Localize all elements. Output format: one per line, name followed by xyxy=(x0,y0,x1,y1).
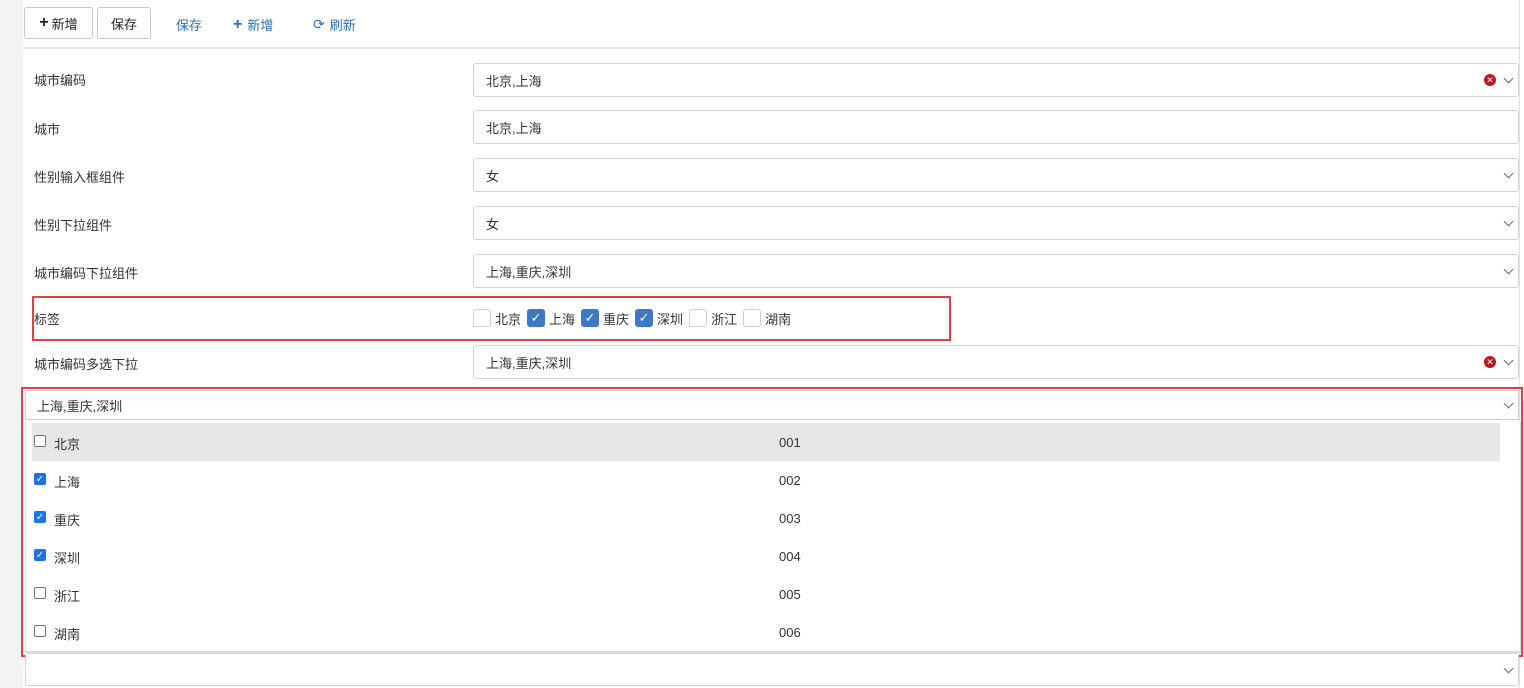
city-code-value: 北京,上海 xyxy=(486,73,542,89)
option-label: 上海 xyxy=(54,475,81,490)
chevron-down-icon xyxy=(1503,264,1514,275)
option-code: 006 xyxy=(779,625,801,640)
chevron-down-icon xyxy=(1503,73,1514,84)
gender-input-label: 性别输入框组件 xyxy=(34,170,126,185)
option-code: 003 xyxy=(779,511,801,526)
chevron-down-icon xyxy=(1503,168,1514,179)
chevron-down-icon xyxy=(1503,216,1514,227)
tag-checkbox[interactable]: ✓ xyxy=(527,309,546,327)
multi-select[interactable]: 上海,重庆,深圳 ✕ xyxy=(473,345,1519,379)
chevron-down-icon xyxy=(1503,398,1514,409)
dropdown-option[interactable]: ✓ 深圳 004 xyxy=(32,537,1500,575)
save-link[interactable]: 保存 xyxy=(176,15,202,34)
gender-select[interactable]: 女 xyxy=(473,206,1519,240)
dropdown-option[interactable]: ✓ 上海 002 xyxy=(32,461,1500,499)
tag-checkbox[interactable] xyxy=(473,309,491,327)
gender-input-select[interactable]: 女 xyxy=(473,158,1519,192)
dropdown-option[interactable]: 北京 001 xyxy=(32,423,1500,461)
city-code-select-label: 城市编码下拉组件 xyxy=(34,266,139,281)
tag-checkbox[interactable] xyxy=(689,309,708,327)
clear-icon[interactable]: ✕ xyxy=(1484,356,1496,368)
tag-label: 深圳 xyxy=(657,311,684,327)
tag-label: 北京 xyxy=(495,311,522,327)
refresh-icon: ⟳ xyxy=(313,16,325,32)
save-button-label: 保存 xyxy=(110,16,137,32)
city-label: 城市 xyxy=(34,122,61,137)
save-link-label: 保存 xyxy=(176,18,203,33)
tag-label: 重庆 xyxy=(603,311,630,327)
multi-select-value: 上海,重庆,深圳 xyxy=(486,355,572,371)
dropdown-option[interactable]: ✓ 重庆 003 xyxy=(32,499,1500,537)
option-checkbox[interactable]: ✓ xyxy=(34,549,46,561)
plus-icon: + xyxy=(39,14,49,31)
tags-label: 标签 xyxy=(34,312,61,327)
dropdown-value: 上海,重庆,深圳 xyxy=(37,398,123,414)
chevron-down-icon xyxy=(1503,663,1514,673)
tags-group: 北京 ✓ 上海 ✓ 重庆 ✓ 深圳 浙江 湖南 xyxy=(473,307,797,329)
option-label: 北京 xyxy=(54,437,81,452)
city-code-label: 城市编码 xyxy=(34,73,87,88)
option-checkbox[interactable] xyxy=(34,587,46,599)
gender-select-value: 女 xyxy=(486,216,500,232)
save-button[interactable]: 保存 xyxy=(97,7,151,39)
dropdown-option[interactable]: 浙江 005 xyxy=(32,575,1500,613)
dropdown-input[interactable]: 上海,重庆,深圳 xyxy=(25,390,1519,420)
tag-label: 湖南 xyxy=(765,311,792,327)
refresh-link-label: 刷新 xyxy=(329,18,356,33)
bottom-select[interactable] xyxy=(25,653,1519,686)
city-code-select-value: 上海,重庆,深圳 xyxy=(486,264,572,280)
left-gutter xyxy=(0,0,23,688)
tag-checkbox[interactable] xyxy=(743,309,762,327)
option-checkbox[interactable]: ✓ xyxy=(34,511,46,523)
city-code-dropdown[interactable]: 上海,重庆,深圳 xyxy=(473,254,1519,288)
add-button[interactable]: + 新增 xyxy=(24,7,93,39)
option-code: 001 xyxy=(779,435,801,450)
gender-select-label: 性别下拉组件 xyxy=(34,218,113,233)
option-code: 005 xyxy=(779,587,801,602)
toolbar: + 新增 保存 保存 + 新增 ⟳ 刷新 xyxy=(23,0,1520,49)
option-label: 湖南 xyxy=(54,627,81,642)
clear-icon[interactable]: ✕ xyxy=(1484,74,1496,86)
option-checkbox[interactable]: ✓ xyxy=(34,473,46,485)
tag-checkbox[interactable]: ✓ xyxy=(581,309,600,327)
add-link-label: 新增 xyxy=(247,18,274,33)
dropdown-list: 北京 001 ✓ 上海 002 ✓ 重庆 003 ✓ 深圳 004 浙江 005… xyxy=(25,422,1521,653)
option-label: 浙江 xyxy=(54,589,81,604)
refresh-link[interactable]: ⟳ 刷新 xyxy=(313,15,356,34)
option-code: 004 xyxy=(779,549,801,564)
chevron-down-icon xyxy=(1503,355,1514,366)
city-code-select[interactable]: 北京,上海 ✕ xyxy=(473,63,1519,97)
tag-label: 上海 xyxy=(549,311,576,327)
add-link[interactable]: + 新增 xyxy=(233,15,273,34)
dropdown-option[interactable]: 湖南 006 xyxy=(32,613,1500,651)
option-label: 深圳 xyxy=(54,551,81,566)
option-checkbox[interactable] xyxy=(34,625,46,637)
multi-select-label: 城市编码多选下拉 xyxy=(34,357,139,372)
option-checkbox[interactable] xyxy=(34,435,46,447)
add-button-label: 新增 xyxy=(51,16,78,32)
city-value: 北京,上海 xyxy=(486,120,542,136)
tag-checkbox[interactable]: ✓ xyxy=(635,309,654,327)
plus-icon: + xyxy=(233,15,243,33)
option-label: 重庆 xyxy=(54,513,81,528)
option-code: 002 xyxy=(779,473,801,488)
city-input[interactable]: 北京,上海 xyxy=(473,110,1519,144)
tag-label: 浙江 xyxy=(711,311,738,327)
gender-input-value: 女 xyxy=(486,168,500,184)
